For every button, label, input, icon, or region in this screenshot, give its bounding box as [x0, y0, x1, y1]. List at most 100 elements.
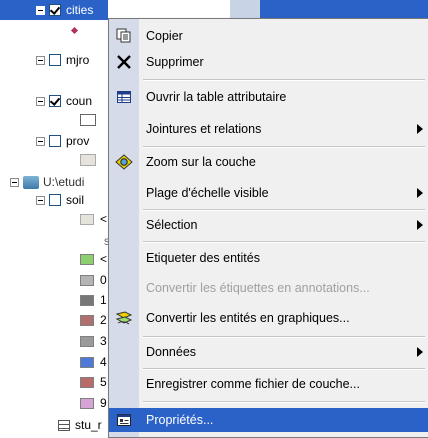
menu-item-label: Copier — [146, 29, 183, 43]
zoom-layer-icon — [109, 149, 139, 175]
menu-separator — [143, 79, 425, 81]
legend-label: < — [100, 212, 108, 226]
legend-label: 0 — [100, 273, 107, 287]
table-icon — [109, 84, 139, 110]
menu-item-convert-features-to-graphics[interactable]: Convertir les entités en graphiques... — [109, 305, 428, 331]
legend-label: 3 — [100, 334, 107, 348]
menu-item-label: Etiqueter des entités — [146, 251, 260, 265]
menu-item-label: Convertir les étiquettes en annotations.… — [146, 281, 370, 295]
layer-visibility-checkbox[interactable] — [49, 194, 61, 206]
layer-context-menu: Copier Supprimer Ouvrir la table attribu… — [108, 18, 428, 438]
layer-visibility-checkbox[interactable] — [49, 4, 61, 16]
legend-label: 2 — [100, 313, 107, 327]
collapse-icon[interactable] — [36, 195, 45, 205]
legend-swatch — [80, 336, 94, 347]
layer-name[interactable]: coun — [66, 94, 92, 108]
menu-item-label: Sélection — [146, 218, 198, 232]
submenu-arrow-icon — [417, 124, 423, 134]
menu-separator — [143, 209, 425, 211]
menu-item-joins-relates[interactable]: Jointures et relations — [109, 116, 428, 142]
polygon-symbol-icon — [80, 154, 96, 166]
layer-row-mjro[interactable]: mjro — [36, 52, 89, 68]
menu-separator — [143, 146, 425, 148]
collapse-icon[interactable] — [36, 5, 45, 15]
legend-swatch — [80, 214, 94, 225]
collapse-icon[interactable] — [36, 96, 45, 106]
polygon-symbol-icon — [80, 114, 96, 126]
layer-row-soil[interactable]: soil — [36, 192, 84, 208]
menu-item-icon-empty — [109, 116, 139, 142]
submenu-arrow-icon — [417, 188, 423, 198]
menu-item-label: Enregistrer comme fichier de couche... — [146, 377, 360, 391]
menu-separator — [143, 368, 425, 370]
legend-label: 5 — [100, 375, 107, 389]
menu-item-icon-empty — [109, 180, 139, 206]
toc-highlight-mid — [230, 0, 260, 18]
layer-name[interactable]: cities — [66, 3, 93, 17]
table-icon — [58, 419, 70, 431]
menu-separator — [143, 241, 425, 243]
layer-visibility-checkbox[interactable] — [49, 95, 61, 107]
legend-swatch — [80, 398, 94, 409]
table-name[interactable]: stu_r — [75, 418, 102, 432]
submenu-arrow-icon — [417, 347, 423, 357]
menu-item-icon-empty — [109, 339, 139, 365]
layer-name[interactable]: mjro — [66, 53, 89, 67]
layer-visibility-checkbox[interactable] — [49, 135, 61, 147]
submenu-arrow-icon — [417, 220, 423, 230]
layer-name[interactable]: prov — [66, 134, 89, 148]
legend-swatch — [80, 295, 94, 306]
menu-item-icon-empty — [109, 245, 139, 271]
legend-label: 9 — [100, 396, 107, 410]
legend-label: 4 — [100, 355, 107, 369]
menu-item-icon-empty — [109, 371, 139, 397]
menu-item-label: Convertir les entités en graphiques... — [146, 311, 350, 325]
menu-item-label: Ouvrir la table attributaire — [146, 90, 287, 104]
menu-item-delete[interactable]: Supprimer — [109, 49, 428, 75]
menu-separator — [143, 401, 425, 403]
layer-name[interactable]: soil — [66, 193, 84, 207]
group-name[interactable]: U:\etudi — [43, 175, 84, 189]
menu-item-properties[interactable]: Propriétés... — [109, 408, 428, 432]
table-row-stu[interactable]: stu_r — [58, 417, 102, 433]
legend-swatch — [80, 377, 94, 388]
menu-item-open-attribute-table[interactable]: Ouvrir la table attributaire — [109, 84, 428, 110]
legend-label: < — [100, 252, 108, 266]
point-symbol-icon — [70, 26, 79, 35]
menu-item-selection[interactable]: Sélection — [109, 212, 428, 238]
menu-item-visible-scale-range[interactable]: Plage d'échelle visible — [109, 180, 428, 206]
layer-row-coun[interactable]: coun — [36, 93, 92, 109]
menu-item-label: Jointures et relations — [146, 122, 262, 136]
menu-item-icon-empty — [109, 212, 139, 238]
legend-label: 1 — [100, 293, 107, 307]
menu-item-zoom-to-layer[interactable]: Zoom sur la couche — [109, 149, 428, 175]
database-folder-icon — [23, 175, 39, 189]
collapse-icon[interactable] — [10, 177, 19, 187]
menu-item-data[interactable]: Données — [109, 339, 428, 365]
menu-separator — [143, 336, 425, 338]
layer-row-cities[interactable]: cities — [36, 2, 93, 18]
collapse-icon[interactable] — [36, 136, 45, 146]
menu-item-label: Propriétés... — [146, 413, 214, 427]
legend-swatch — [80, 254, 94, 265]
menu-item-save-as-layer-file[interactable]: Enregistrer comme fichier de couche... — [109, 371, 428, 397]
menu-item-label-features[interactable]: Etiqueter des entités — [109, 245, 428, 271]
menu-item-copy[interactable]: Copier — [109, 23, 428, 49]
legend-swatch — [80, 357, 94, 368]
collapse-icon[interactable] — [36, 55, 45, 65]
group-row-data-frame[interactable]: U:\etudi — [10, 174, 84, 190]
legend-swatch — [80, 275, 94, 286]
menu-item-label: Zoom sur la couche — [146, 155, 256, 169]
delete-x-icon — [109, 49, 139, 75]
layer-row-prov[interactable]: prov — [36, 133, 89, 149]
menu-item-label: Données — [146, 345, 197, 359]
menu-item-label: Supprimer — [146, 55, 204, 69]
copy-icon — [109, 23, 139, 49]
properties-icon — [109, 408, 139, 432]
menu-item-icon-empty — [109, 275, 139, 301]
menu-item-convert-labels-to-annotation[interactable]: Convertir les étiquettes en annotations.… — [109, 275, 428, 301]
convert-graphics-icon — [109, 305, 139, 331]
menu-item-label: Plage d'échelle visible — [146, 186, 269, 200]
layer-visibility-checkbox[interactable] — [49, 54, 61, 66]
legend-swatch — [80, 315, 94, 326]
